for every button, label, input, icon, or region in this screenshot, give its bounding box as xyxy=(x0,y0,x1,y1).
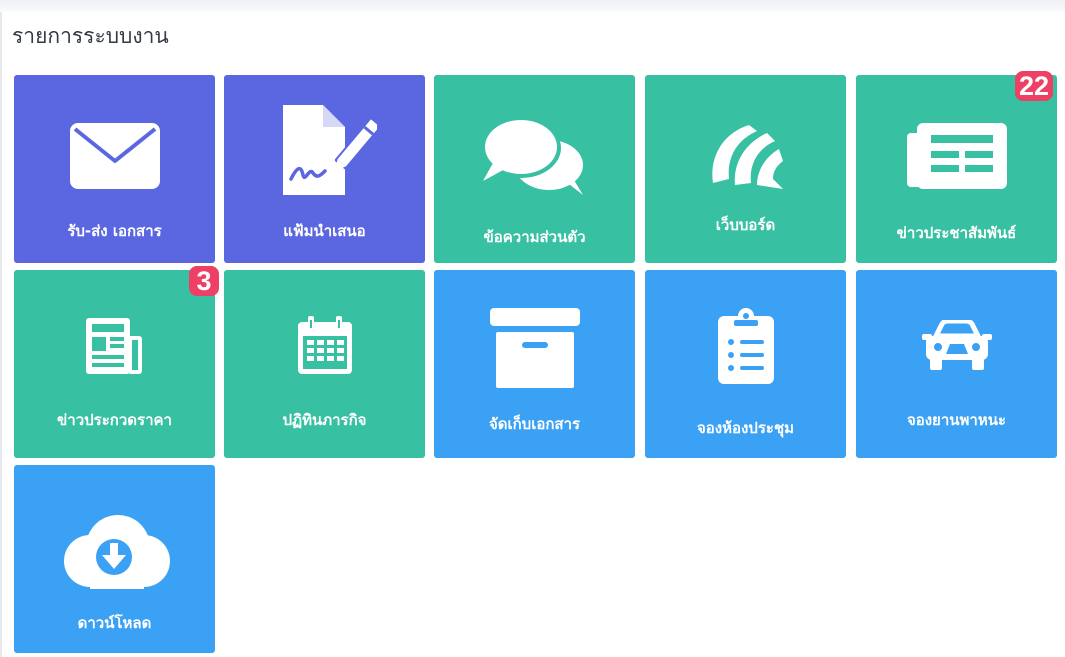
tile-label: เว็บบอร์ด xyxy=(715,216,776,234)
archive-box-icon xyxy=(434,308,635,388)
tile-label: จองยานพาหนะ xyxy=(906,411,1007,429)
document-signature-icon xyxy=(224,105,425,195)
cloud-download-icon xyxy=(14,515,215,589)
tile-proposal-folder[interactable]: แฟ้มนำเสนอ xyxy=(224,75,425,263)
tile-label: รับ-ส่ง เอกสาร xyxy=(67,222,162,240)
tile-label: ดาวน์โหลด xyxy=(77,614,152,632)
notification-badge: 22 xyxy=(1014,71,1053,101)
clipboard-list-icon xyxy=(645,308,846,384)
panel-title: รายการระบบงาน xyxy=(12,24,169,48)
panel-left-border xyxy=(0,12,2,657)
tile-label: จัดเก็บเอกสาร xyxy=(488,415,581,433)
tile-label: แฟ้มนำเสนอ xyxy=(283,222,366,240)
tile-meeting-room-booking[interactable]: จองห้องประชุม xyxy=(645,270,846,458)
tile-label: ข้อความส่วนตัว xyxy=(483,228,586,246)
tile-label: ข่าวประกวดราคา xyxy=(57,411,172,429)
tile-document-storage[interactable]: จัดเก็บเอกสาร xyxy=(434,270,635,458)
envelope-icon xyxy=(14,123,215,189)
tile-label: ข่าวประชาสัมพันธ์ xyxy=(896,224,1017,242)
webboard-icon xyxy=(645,121,846,189)
top-band xyxy=(0,0,1065,12)
tile-webboard[interactable]: เว็บบอร์ด xyxy=(645,75,846,263)
tile-document-exchange[interactable]: รับ-ส่ง เอกสาร xyxy=(14,75,215,263)
notification-badge: 3 xyxy=(189,266,219,296)
tile-label: ปฏิทินภารกิจ xyxy=(282,411,367,429)
car-icon xyxy=(856,320,1057,370)
tile-download[interactable]: ดาวน์โหลด xyxy=(14,465,215,653)
tile-mission-calendar[interactable]: ปฏิทินภารกิจ xyxy=(224,270,425,458)
chat-bubbles-icon xyxy=(434,115,635,199)
calendar-icon xyxy=(224,316,425,374)
newspaper-small-icon xyxy=(14,318,215,376)
tile-public-relations-news[interactable]: ข่าวประชาสัมพันธ์ 22 xyxy=(856,71,1057,263)
tile-vehicle-booking[interactable]: จองยานพาหนะ xyxy=(856,270,1057,458)
tile-private-message[interactable]: ข้อความส่วนตัว xyxy=(434,75,635,263)
tile-bidding-news[interactable]: ข่าวประกวดราคา 3 xyxy=(14,266,219,458)
tile-label: จองห้องประชุม xyxy=(696,419,795,437)
newspaper-icon xyxy=(856,123,1057,189)
